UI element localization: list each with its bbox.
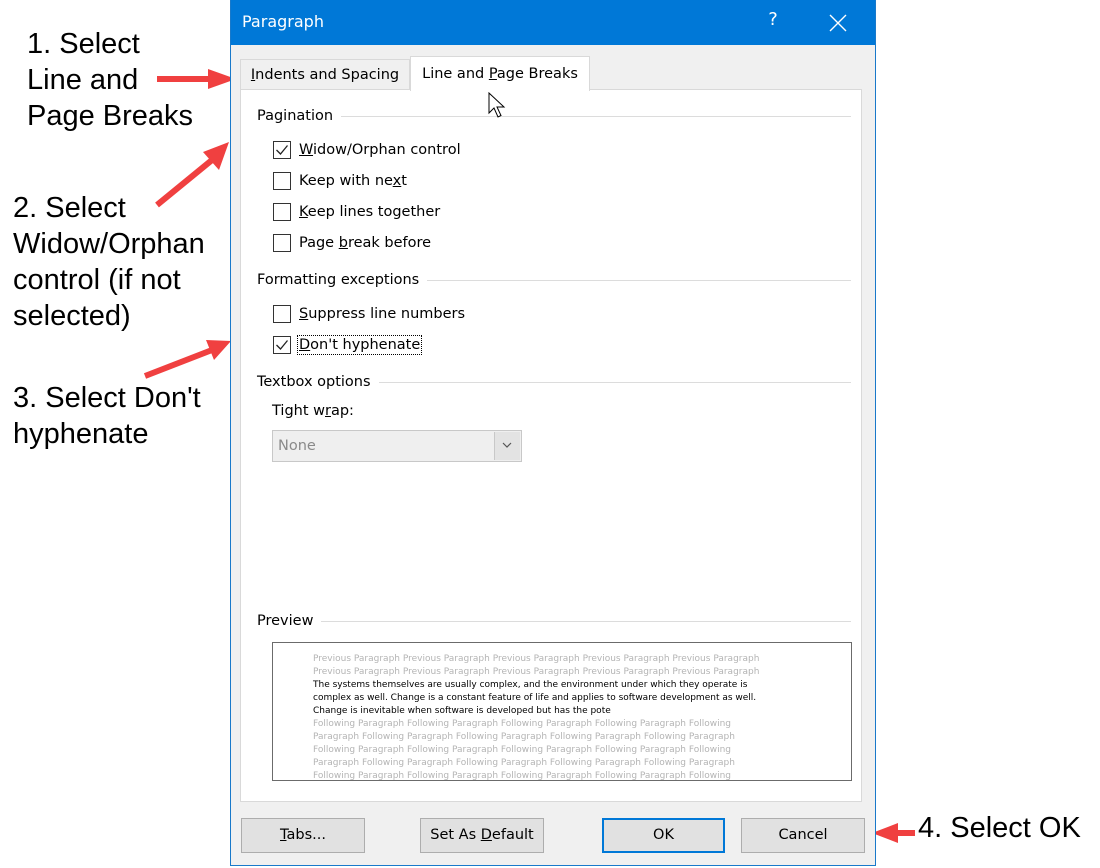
checkbox-box[interactable]	[273, 234, 291, 252]
divider	[427, 279, 851, 281]
annotation-step-2: 2. Select Widow/Orphan control (if not s…	[13, 192, 205, 332]
tight-wrap-value: None	[278, 438, 316, 454]
checkbox-box[interactable]	[273, 305, 291, 323]
keep-with-next-checkbox[interactable]: Keep with next	[273, 172, 407, 190]
preview-following-line: Paragraph Following Paragraph Following …	[313, 732, 735, 742]
preview-sample-line: complex as well. Change is a constant fe…	[313, 693, 757, 703]
checkbox-box[interactable]	[273, 203, 291, 221]
divider	[341, 115, 851, 117]
title-bar[interactable]: Paragraph ?	[231, 0, 875, 45]
keep-lines-together-checkbox[interactable]: Keep lines together	[273, 203, 440, 221]
arrow-step-4	[872, 823, 915, 843]
checkbox-label: Keep lines together	[299, 204, 441, 220]
pagination-group-heading: Pagination	[257, 108, 851, 124]
preview-group-heading: Preview	[257, 613, 851, 629]
textbox-options-group-heading: Textbox options	[257, 374, 851, 390]
preview-sample-line: Change is inevitable when software is de…	[313, 706, 611, 716]
ok-button[interactable]: OK	[602, 818, 725, 853]
page-break-before-checkbox[interactable]: Page break before	[273, 234, 431, 252]
dropdown-button[interactable]	[494, 432, 520, 460]
tab-line-and-page-breaks[interactable]: Line and Page Breaks	[410, 56, 590, 91]
widow-orphan-control-checkbox[interactable]: Widow/Orphan control	[273, 141, 461, 159]
mouse-cursor-icon	[488, 92, 506, 118]
tab-panel: Pagination Widow/Orphan control Keep wit…	[240, 89, 862, 802]
preview-sample-line: The systems themselves are usually compl…	[313, 680, 748, 690]
checkbox-label: Widow/Orphan control	[299, 142, 461, 158]
divider	[321, 620, 851, 622]
help-button[interactable]: ?	[763, 9, 783, 35]
preview-pane: Previous Paragraph Previous Paragraph Pr…	[272, 642, 852, 781]
cancel-button[interactable]: Cancel	[741, 818, 865, 853]
annotation-step-3: 3. Select Don't hyphenate	[13, 382, 201, 450]
annotation-step-4: 4. Select OK	[918, 812, 1081, 844]
tabs-button[interactable]: Tabs...	[241, 818, 365, 853]
preview-previous-line: Previous Paragraph Previous Paragraph Pr…	[313, 654, 760, 664]
checkmark-icon	[276, 340, 289, 350]
checkbox-label: Suppress line numbers	[299, 306, 466, 322]
chevron-down-icon	[502, 442, 512, 448]
preview-following-line: Paragraph Following Paragraph Following …	[313, 758, 735, 768]
checkbox-label: Page break before	[299, 235, 432, 251]
tab-indents-and-spacing[interactable]: Indents and Spacing	[240, 59, 410, 89]
preview-following-line: Following Paragraph Following Paragraph …	[313, 771, 732, 781]
preview-following-line: Following Paragraph Following Paragraph …	[313, 745, 732, 755]
dont-hyphenate-checkbox[interactable]: Don't hyphenate	[273, 335, 423, 355]
suppress-line-numbers-checkbox[interactable]: Suppress line numbers	[273, 305, 465, 323]
tight-wrap-select[interactable]: None	[272, 430, 522, 462]
divider	[378, 381, 851, 383]
close-button[interactable]	[825, 10, 851, 36]
arrow-step-3	[143, 340, 231, 379]
annotation-step-1: 1. Select Line and Page Breaks	[27, 28, 194, 132]
checkmark-icon	[276, 145, 289, 155]
checkbox-box[interactable]	[273, 172, 291, 190]
formatting-exceptions-group-heading: Formatting exceptions	[257, 272, 851, 288]
paragraph-dialog: Paragraph ? Indents and Spacing Line and…	[230, 0, 876, 866]
checkbox-label: Keep with next	[299, 173, 407, 189]
checkbox-label: Don't hyphenate	[296, 335, 423, 355]
close-icon	[829, 14, 847, 32]
checkbox-box[interactable]	[273, 336, 291, 354]
preview-following-line: Following Paragraph Following Paragraph …	[313, 719, 732, 729]
dialog-title: Paragraph	[242, 12, 324, 31]
preview-previous-line: Previous Paragraph Previous Paragraph Pr…	[313, 667, 760, 677]
set-as-default-button[interactable]: Set As Default	[420, 818, 544, 853]
tight-wrap-label: Tight wrap:	[272, 403, 354, 419]
checkbox-box[interactable]	[273, 141, 291, 159]
